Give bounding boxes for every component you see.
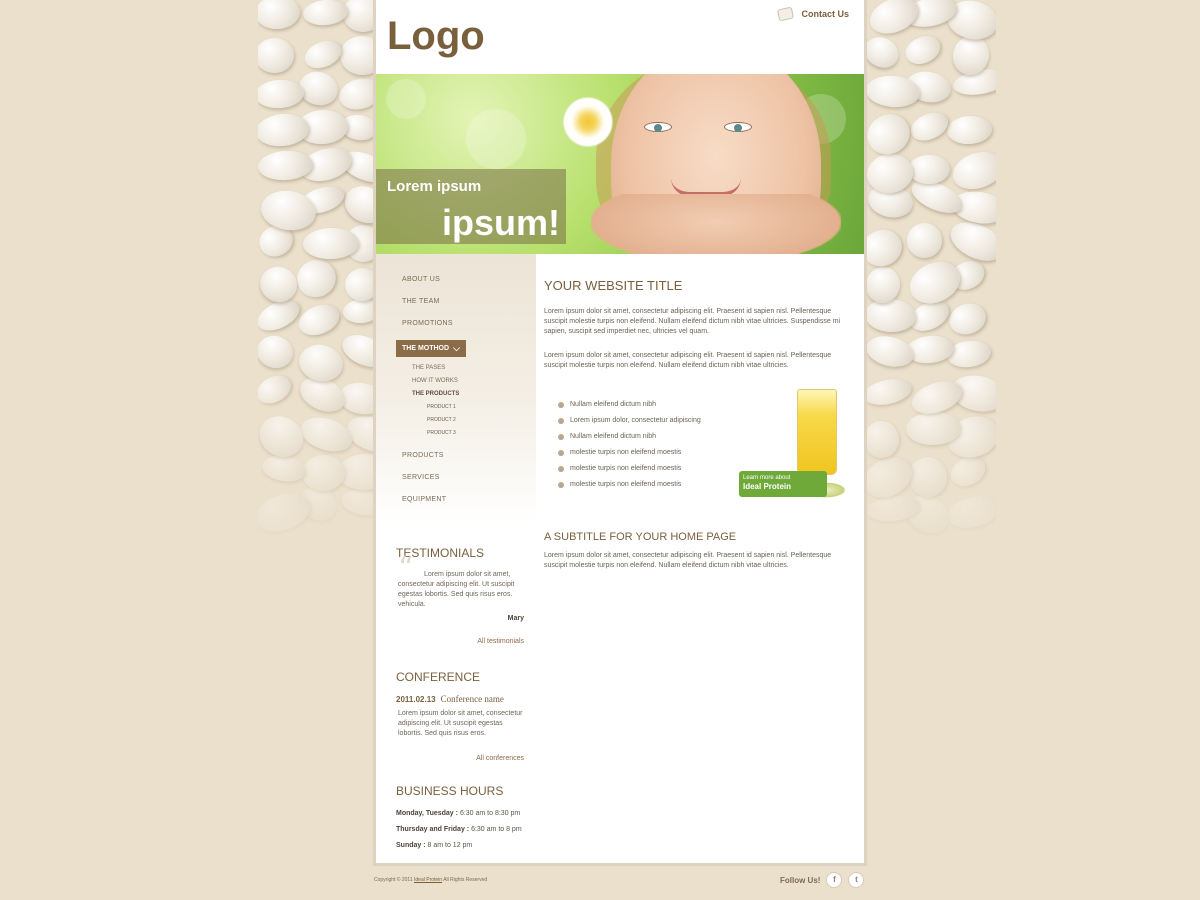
logo[interactable]: Logo [387, 14, 485, 59]
pebble-decoration-right [866, 0, 996, 560]
side-nav: ABOUT US THE TEAM PROMOTIONS THE MOTHOD … [376, 254, 536, 524]
quote-icon: “ [398, 551, 414, 586]
pebble-shape [866, 106, 917, 162]
copyright-suffix: All Rights Reserved [443, 877, 488, 883]
website-title: YOUR WEBSITE TITLE [544, 278, 683, 293]
promo-line-1: Learn more about [743, 475, 791, 481]
contact-us-link[interactable]: Contact Us [801, 9, 849, 19]
hours-row: Thursday and Friday : 6:30 am to 8 pm [396, 826, 524, 833]
conference-text: Lorem ipsum dolor sit amet, consectetur … [398, 710, 523, 737]
follow-us: Follow Us! f t [780, 872, 865, 888]
pebble-shape [946, 114, 994, 145]
pebble-shape [906, 107, 953, 147]
hours-row: Sunday : 8 am to 12 pm [396, 842, 524, 849]
conference-date: 2011.02.13 [396, 695, 436, 704]
testimonials-block: TESTIMONIALS “ Lorem ipsum dolor sit ame… [376, 546, 536, 645]
second-paragraph: Lorem ipsum dolor sit amet, consectetur … [544, 352, 832, 369]
nav-item-products[interactable]: PRODUCTS [376, 450, 536, 472]
eye-left [644, 122, 672, 132]
pebble-shape [866, 298, 917, 334]
pebble-shape [866, 223, 908, 272]
nav-item-services[interactable]: SERVICES [376, 472, 536, 494]
nav-sub-how-it-works[interactable]: HOW IT WORKS [376, 375, 536, 388]
subtitle-paragraph: Lorem ipsum dolor sit amet, consectetur … [544, 552, 832, 569]
pebble-shape [258, 78, 305, 110]
twitter-icon[interactable]: t [848, 872, 865, 888]
hours-block: BUSINESS HOURS Monday, Tuesday : 6:30 am… [376, 784, 536, 849]
copyright: Copyright © 2011 Ideal Protein All Right… [374, 877, 487, 883]
page-container: Logo Contact Us Lorem ipsum ipsum! ABOUT… [373, 0, 867, 866]
testimonials-heading: TESTIMONIALS [396, 546, 485, 560]
nav-active-label: THE MOTHOD [402, 345, 450, 352]
nav-sub-the-products[interactable]: THE PRODUCTS [376, 388, 536, 401]
nav-product-1[interactable]: PRODUCT 1 [376, 401, 536, 414]
eye-right [724, 122, 752, 132]
conference-block: CONFERENCE 2011.02.13 Conference name Lor… [376, 670, 536, 762]
pebble-shape [300, 35, 345, 73]
pebble-shape [947, 145, 996, 196]
ideal-protein-promo[interactable]: Learn more about Ideal Protein [739, 389, 851, 504]
pebble-shape [905, 221, 945, 260]
facebook-icon[interactable]: f [826, 872, 843, 888]
pebble-shape [900, 30, 945, 70]
flower-image [558, 92, 618, 152]
pebble-shape [294, 299, 344, 341]
hours-heading: BUSINESS HOURS [396, 784, 504, 798]
juice-glass-image [797, 389, 837, 475]
intro-paragraph: Lorem ipsum dolor sit amet, consectetur … [544, 308, 841, 335]
conference-heading: CONFERENCE [396, 670, 481, 684]
nav-product-3[interactable]: PRODUCT 3 [376, 427, 536, 440]
pebble-shape [258, 37, 295, 73]
pebble-decoration-left [258, 0, 388, 560]
main-content: YOUR WEBSITE TITLE Lorem ipsum dolor sit… [544, 254, 854, 571]
hands-image [591, 194, 841, 254]
home-subtitle: A SUBTITLE FOR YOUR HOME PAGE [544, 531, 737, 543]
nav-item-promotions[interactable]: PROMOTIONS [376, 318, 536, 340]
nav-item-equipment[interactable]: EQUIPMENT [376, 494, 536, 516]
nav-product-2[interactable]: PRODUCT 2 [376, 414, 536, 427]
nav-item-about-us[interactable]: ABOUT US [376, 274, 536, 296]
all-conferences-link[interactable]: All conferences [396, 755, 524, 762]
hours-time: 6:30 am to 8 pm [471, 826, 522, 833]
pebble-shape [258, 0, 301, 31]
sidebar: ABOUT US THE TEAM PROMOTIONS THE MOTHOD … [376, 254, 536, 858]
learn-more-badge[interactable]: Learn more about Ideal Protein [739, 471, 827, 497]
copyright-link[interactable]: Ideal Protein [414, 877, 442, 883]
testimonial-quote: “ Lorem ipsum dolor sit amet, consectetu… [396, 554, 524, 624]
hero-banner: Lorem ipsum ipsum! [376, 74, 864, 254]
banner-line-1: Lorem ipsum [387, 178, 482, 195]
pebble-shape [291, 253, 343, 305]
header: Logo Contact Us [376, 0, 864, 74]
copyright-prefix: Copyright © 2011 [374, 877, 413, 883]
follow-us-label: Follow Us! [780, 875, 821, 885]
testimonial-author: Mary [507, 615, 524, 622]
conference-name[interactable]: Conference name [441, 694, 504, 704]
hours-days: Sunday : [396, 842, 426, 849]
hours-days: Monday, Tuesday : [396, 810, 458, 817]
pebble-shape [866, 31, 905, 74]
conference-date-row: 2011.02.13 Conference name [396, 694, 524, 704]
pebble-shape [907, 154, 951, 185]
hours-row: Monday, Tuesday : 6:30 am to 8:30 pm [396, 810, 524, 817]
banner-caption: Lorem ipsum ipsum! [376, 169, 566, 244]
nav-sub-the-pases[interactable]: THE PASES [376, 362, 536, 375]
pebble-shape [301, 0, 350, 28]
nav-item-the-mothod[interactable]: THE MOTHOD ⌵ [396, 340, 466, 357]
hours-time: 6:30 am to 8:30 pm [459, 810, 521, 817]
all-testimonials-link[interactable]: All testimonials [396, 638, 524, 645]
nav-item-the-team[interactable]: THE TEAM [376, 296, 536, 318]
pebble-shape [945, 298, 991, 339]
hours-days: Thursday and Friday : [396, 826, 470, 833]
pebble-shape [903, 253, 968, 311]
banner-line-2: ipsum! [441, 202, 560, 243]
contact: Contact Us [777, 6, 849, 22]
contact-icon[interactable] [777, 6, 795, 22]
hours-time: 8 am to 12 pm [427, 842, 473, 849]
testimonial-text: Lorem ipsum dolor sit amet, consectetur … [398, 571, 515, 608]
pebble-shape [258, 260, 303, 308]
chevron-down-icon: ⌵ [453, 343, 460, 353]
promo-line-2: Ideal Protein [743, 482, 792, 491]
